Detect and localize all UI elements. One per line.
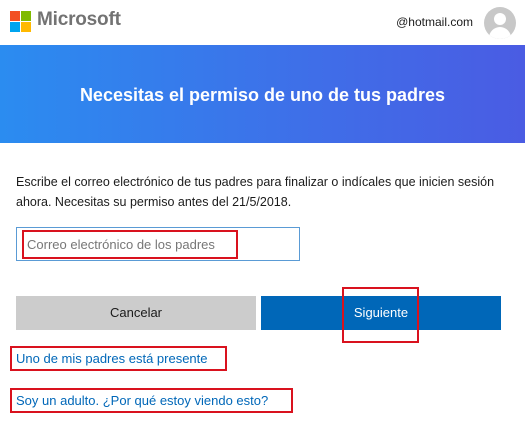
- adult-link[interactable]: Soy un adulto. ¿Por qué estoy viendo est…: [16, 393, 268, 408]
- avatar-icon[interactable]: [484, 7, 516, 39]
- account-email: @hotmail.com: [396, 15, 473, 29]
- cancel-button[interactable]: Cancelar: [16, 296, 256, 330]
- microsoft-logo-icon: [10, 11, 31, 32]
- parent-present-link[interactable]: Uno de mis padres está presente: [16, 351, 208, 366]
- next-button[interactable]: Siguiente: [261, 296, 501, 330]
- header-banner: Necesitas el permiso de uno de tus padre…: [0, 45, 525, 143]
- brand-name: Microsoft: [37, 9, 121, 30]
- page-title: Necesitas el permiso de uno de tus padre…: [79, 85, 446, 105]
- parent-email-input[interactable]: [17, 228, 299, 260]
- parent-email-field[interactable]: [16, 227, 300, 261]
- top-bar: Microsoft @hotmail.com: [0, 0, 525, 45]
- instructions-text: Escribe el correo electrónico de tus pad…: [16, 175, 495, 209]
